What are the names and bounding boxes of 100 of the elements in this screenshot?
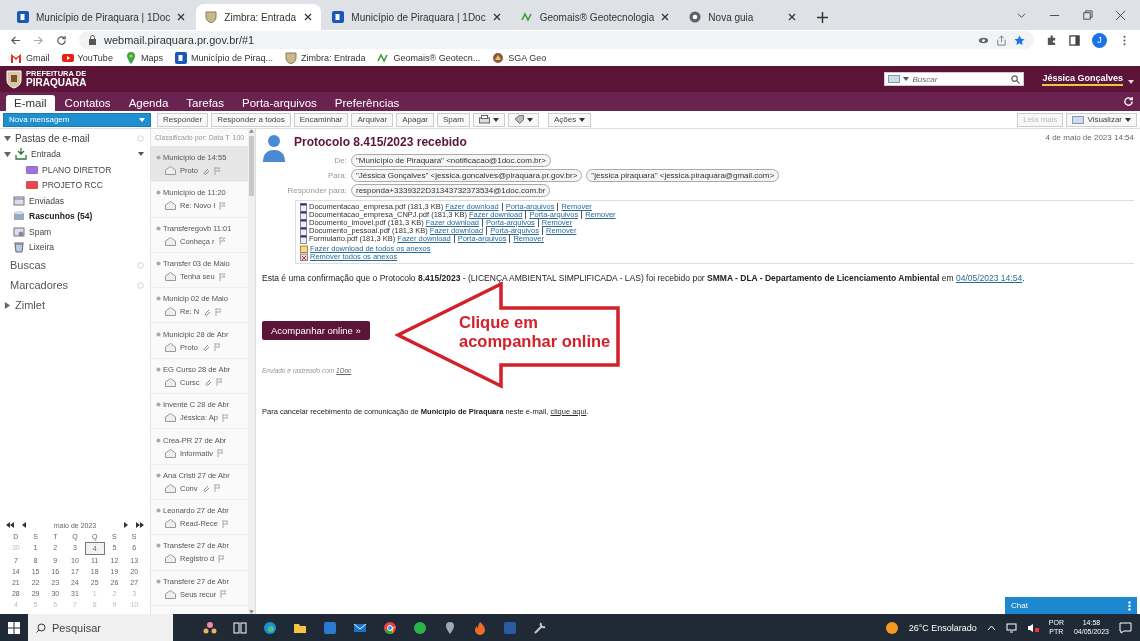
envelope-icon bbox=[165, 483, 176, 493]
close-icon[interactable] bbox=[177, 13, 186, 21]
chat-app-icon[interactable] bbox=[413, 620, 427, 635]
folder-item[interactable]: PLANO DIRETOR bbox=[42, 164, 112, 175]
bookmark[interactable]: Gmail bbox=[10, 52, 50, 64]
address-chip[interactable]: responda+3339322D31343732373534@1doc.com.br bbox=[351, 184, 551, 197]
browser-tab[interactable]: Zimbra: Entrada bbox=[196, 4, 322, 30]
puzzle-icon[interactable] bbox=[1046, 34, 1057, 46]
envelope-icon bbox=[165, 589, 176, 599]
share-icon[interactable] bbox=[996, 34, 1007, 46]
section-title[interactable]: Buscas bbox=[10, 259, 47, 271]
chat-label[interactable]: Chat bbox=[1011, 601, 1028, 610]
speaker-icon[interactable] bbox=[1026, 622, 1039, 633]
collapse-icon[interactable] bbox=[4, 135, 11, 143]
scrollbar[interactable] bbox=[248, 129, 255, 614]
folder-item[interactable]: PROJETO RCC bbox=[42, 180, 103, 191]
user-menu[interactable]: Jéssica Gonçalves bbox=[1042, 72, 1123, 86]
logo-text: PIRAQUARA bbox=[26, 77, 87, 88]
flower-icon[interactable] bbox=[203, 620, 217, 635]
profile-avatar[interactable]: J bbox=[1092, 32, 1107, 48]
close-icon[interactable] bbox=[492, 13, 501, 21]
folder-item[interactable]: Lixeira bbox=[29, 242, 55, 253]
folder-item[interactable]: Rascunhos (54) bbox=[29, 211, 93, 222]
nav-tab[interactable]: Contatos bbox=[56, 95, 119, 111]
nav-tab[interactable]: Preferências bbox=[326, 95, 408, 111]
nav-tab[interactable]: Tarefas bbox=[178, 95, 232, 111]
search-field[interactable]: Buscar bbox=[884, 72, 1025, 86]
refresh-icon[interactable] bbox=[1123, 96, 1134, 107]
toolbar-button[interactable]: Responder bbox=[157, 112, 209, 127]
expand-icon[interactable] bbox=[4, 301, 11, 309]
nav-tab[interactable]: E-mail bbox=[6, 95, 55, 111]
search-icon[interactable] bbox=[1011, 74, 1021, 84]
toolbar-button[interactable]: Spam bbox=[437, 112, 470, 127]
printer-icon bbox=[478, 115, 490, 124]
fire-icon[interactable] bbox=[473, 620, 487, 635]
address-chip[interactable]: "Município de Piraquara" <notificacao@1doc.com.br> bbox=[351, 154, 551, 167]
side-panel-icon[interactable] bbox=[1069, 34, 1080, 46]
close-icon[interactable] bbox=[788, 13, 797, 21]
collapse-icon[interactable] bbox=[4, 150, 11, 158]
folder-item[interactable]: Spam bbox=[29, 226, 52, 237]
envelope-icon bbox=[10, 52, 22, 64]
caret-icon[interactable] bbox=[138, 152, 144, 157]
task-view-icon[interactable] bbox=[233, 620, 247, 635]
bookmark[interactable]: Maps bbox=[124, 52, 163, 64]
sort-icon bbox=[225, 135, 231, 140]
back-icon[interactable] bbox=[10, 34, 21, 46]
toolbar-button[interactable]: Arquivar bbox=[351, 112, 394, 127]
address-chip[interactable]: "jessica piraquara" <jessica.piraquara@gmail.com> bbox=[586, 169, 780, 182]
section-title[interactable]: Pastas de e-mail bbox=[15, 133, 90, 145]
envelope-icon bbox=[165, 377, 176, 387]
taskbar-search-field[interactable]: Pesquisar bbox=[28, 614, 173, 641]
status-dot-icon bbox=[156, 578, 161, 584]
folder-item[interactable]: Entrada bbox=[31, 149, 61, 160]
start-icon[interactable] bbox=[8, 621, 20, 634]
address-chip[interactable]: "Jéssica Gonçalves" <jessica.goncalves@piraquara.pr.gov.br> bbox=[351, 169, 583, 182]
restore-icon[interactable] bbox=[1082, 9, 1093, 21]
actions-menu-button[interactable]: Ações bbox=[547, 112, 592, 127]
taskbar-search-input[interactable]: Pesquisar bbox=[52, 621, 152, 634]
globe-icon bbox=[689, 11, 702, 23]
new-tab-icon[interactable] bbox=[817, 12, 829, 23]
section-title[interactable]: Marcadores bbox=[10, 279, 69, 291]
previous-month-icon[interactable] bbox=[20, 522, 28, 528]
tag-menu-button[interactable] bbox=[507, 112, 539, 127]
weather-text[interactable]: 26°C Ensolarado bbox=[908, 622, 977, 633]
nav-tab[interactable]: Porta-arquivos bbox=[234, 95, 325, 111]
store-icon[interactable] bbox=[323, 620, 337, 635]
more-icon[interactable] bbox=[1128, 600, 1131, 611]
nav-tab[interactable]: Agenda bbox=[120, 95, 177, 111]
pin-icon[interactable] bbox=[443, 620, 457, 635]
bookmark[interactable]: Município de Piraq... bbox=[174, 52, 273, 64]
toolbar-button[interactable]: Responder a todos bbox=[211, 112, 291, 127]
address-bar[interactable]: webmail.piraquara.pr.gov.br/#1 bbox=[79, 31, 1034, 49]
reload-icon[interactable] bbox=[56, 34, 67, 46]
previous-year-icon[interactable] bbox=[6, 522, 14, 528]
follow-online-button[interactable]: Acompanhar online » bbox=[262, 321, 370, 340]
toolbar-button[interactable]: Encaminhar bbox=[293, 112, 349, 127]
view-menu-button[interactable]: Visualizar bbox=[1066, 112, 1137, 127]
star-icon[interactable] bbox=[1014, 34, 1025, 46]
bookmark[interactable]: Zimbra: Entrada bbox=[284, 52, 366, 64]
close-icon[interactable] bbox=[304, 13, 313, 21]
new-message-button[interactable]: Nova mensagem bbox=[3, 112, 151, 127]
folder-item[interactable]: Enviadas bbox=[29, 195, 64, 206]
browser-icon[interactable] bbox=[263, 620, 277, 635]
section-title[interactable]: Zimlet bbox=[15, 299, 45, 311]
next-month-icon[interactable] bbox=[122, 522, 130, 528]
bookmark[interactable]: SGA Geo bbox=[492, 52, 547, 64]
caret-icon bbox=[492, 117, 499, 122]
close-icon[interactable] bbox=[661, 13, 670, 21]
chevron-up-icon[interactable] bbox=[986, 624, 996, 631]
network-icon[interactable] bbox=[1005, 622, 1017, 633]
tool-icon[interactable] bbox=[533, 620, 547, 635]
bookmark[interactable]: YouTube bbox=[61, 52, 113, 64]
envelope-icon bbox=[165, 413, 176, 423]
bookmark[interactable]: Geomais® Geotecn... bbox=[377, 52, 481, 64]
print-menu-button[interactable] bbox=[472, 112, 505, 127]
close-icon[interactable] bbox=[1115, 9, 1126, 21]
notification-icon[interactable] bbox=[1119, 621, 1132, 634]
chrome-icon[interactable] bbox=[383, 620, 397, 635]
toolbar-button[interactable]: Apagar bbox=[396, 112, 435, 127]
next-year-icon[interactable] bbox=[136, 522, 144, 528]
